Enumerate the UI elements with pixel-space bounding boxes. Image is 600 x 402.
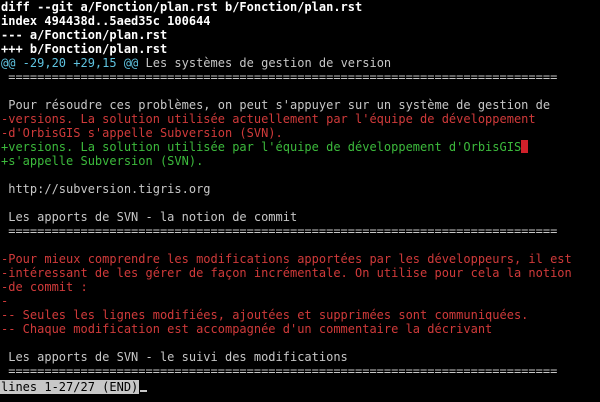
diff-line-text: diff --git a/Fonction/plan.rst b/Fonctio…: [1, 0, 363, 14]
diff-line-del: -- Seules les lignes modifiées, ajoutées…: [1, 308, 528, 322]
diff-line-text: Les apports de SVN - le suivi des modifi…: [1, 350, 348, 364]
diff-line-text: -- Seules les lignes modifiées, ajoutées…: [1, 308, 529, 322]
diff-line-text: -Pour mieux comprendre les modifications…: [1, 252, 572, 266]
trailing-whitespace-marker: [521, 140, 529, 153]
diff-line-hdr: diff --git a/Fonction/plan.rst b/Fonctio…: [1, 0, 362, 14]
diff-line-text: -de commit :: [1, 280, 88, 294]
pager-status-bar: lines 1-27/27 (END): [0, 380, 600, 394]
diff-line-ctx: Les apports de SVN - la notion de commit: [1, 210, 297, 224]
pager-cursor: [140, 390, 148, 392]
diff-line-text: -versions. La solution utilisée actuelle…: [1, 112, 536, 126]
diff-line-ctx: ========================================…: [1, 70, 557, 84]
diff-line-text: -- Chaque modification est accompagnée d…: [1, 322, 493, 336]
diff-line-ctx: http://subversion.tigris.org: [1, 182, 211, 196]
diff-line-text: @@ -29,20 +29,15 @@: [1, 56, 139, 70]
diff-line-ctx: ========================================…: [1, 364, 557, 378]
diff-line-text: Les apports de SVN - la notion de commit: [1, 210, 298, 224]
diff-line-hunk: @@ -29,20 +29,15 @@ Les systèmes de gest…: [1, 56, 391, 70]
diff-line-text: -d'OrbisGIS s'appelle Subversion (SVN).: [1, 126, 283, 140]
diff-line-hdr: index 494438d..5aed35c 100644: [1, 14, 211, 28]
diff-line-text: +++ b/Fonction/plan.rst: [1, 42, 168, 56]
diff-line-ctx: ========================================…: [1, 224, 557, 238]
diff-line-ctx: Les apports de SVN - le suivi des modifi…: [1, 350, 348, 364]
diff-line-del: -de commit :: [1, 280, 88, 294]
hunk-section-heading: Les systèmes de gestion de version: [138, 56, 392, 70]
diff-line-del: -Pour mieux comprendre les modifications…: [1, 252, 572, 266]
diff-line-text: Pour résoudre ces problèmes, on peut s'a…: [1, 98, 551, 112]
diff-line-del: -: [1, 294, 8, 308]
diff-line-text: +s'appelle Subversion (SVN).: [1, 154, 204, 168]
diff-line-add: +versions. La solution utilisée par l'éq…: [1, 140, 529, 154]
diff-line-add: +s'appelle Subversion (SVN).: [1, 154, 203, 168]
diff-line-ctx: Pour résoudre ces problèmes, on peut s'a…: [1, 98, 550, 112]
diff-line-text: index 494438d..5aed35c 100644: [1, 14, 211, 28]
diff-line-text: ========================================…: [1, 224, 558, 238]
diff-line-text: ========================================…: [1, 70, 558, 84]
diff-line-text: --- a/Fonction/plan.rst: [1, 28, 168, 42]
pager-status-text: lines 1-27/27 (END): [0, 380, 140, 394]
diff-line-del: -d'OrbisGIS s'appelle Subversion (SVN).: [1, 126, 283, 140]
terminal-window[interactable]: diff --git a/Fonction/plan.rst b/Fonctio…: [0, 0, 600, 402]
diff-line-text: -: [1, 294, 9, 308]
diff-line-text: ========================================…: [1, 364, 558, 378]
diff-line-del: -intéressant de les gérer de façon incré…: [1, 266, 572, 280]
diff-line-hdr: +++ b/Fonction/plan.rst: [1, 42, 167, 56]
diff-line-del: -versions. La solution utilisée actuelle…: [1, 112, 536, 126]
diff-line-text: -intéressant de les gérer de façon incré…: [1, 266, 572, 280]
diff-line-del: -- Chaque modification est accompagnée d…: [1, 322, 492, 336]
diff-line-text: http://subversion.tigris.org: [1, 182, 211, 196]
diff-line-hdr: --- a/Fonction/plan.rst: [1, 28, 167, 42]
diff-line-text: +versions. La solution utilisée par l'éq…: [1, 140, 522, 154]
